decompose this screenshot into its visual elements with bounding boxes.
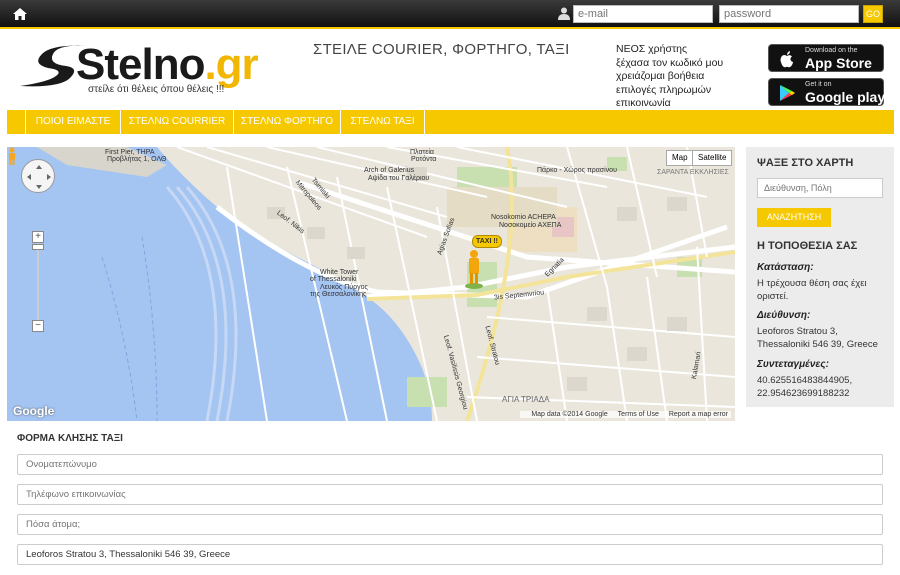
- contact-link[interactable]: επικοινωνία: [616, 97, 746, 111]
- map-label-white-tower-2: of Thessaloniki: [310, 276, 357, 283]
- coords-value: 40.625516483844905, 22.954623699188232: [757, 375, 853, 399]
- pegman-icon[interactable]: [7, 147, 17, 165]
- nav-about[interactable]: ΠΟΙΟΙ ΕΙΜΑΣΤΕ: [25, 110, 121, 134]
- google-play-small: Get it on: [805, 81, 832, 88]
- address-search-input[interactable]: [757, 178, 883, 198]
- taxi-form-title: ΦΟΡΜΑ ΚΛΗΣΗΣ ΤΑΞΙ: [17, 433, 123, 444]
- app-store-big: App Store: [805, 55, 872, 71]
- new-user-link[interactable]: ΝΕΟΣ χρήστης: [616, 43, 746, 57]
- map-label-plateia: Πλατεία: [410, 149, 434, 156]
- home-icon[interactable]: [12, 6, 28, 22]
- go-button[interactable]: GO: [863, 5, 883, 23]
- logo-ext: .gr: [204, 40, 258, 89]
- your-location-title: Η ΤΟΠΟΘΕΣΙΑ ΣΑΣ: [757, 240, 858, 252]
- zoom-out-button[interactable]: −: [32, 320, 44, 332]
- header-links: ΝΕΟΣ χρήστης ξέχασα τον κωδικό μου χρειά…: [616, 43, 746, 111]
- zoom-handle[interactable]: [32, 244, 44, 250]
- map-label-rotonda: Ροτόντα: [411, 156, 437, 163]
- google-logo: Google: [13, 404, 55, 418]
- payment-options-link[interactable]: επιλογές πληρωμών: [616, 84, 746, 98]
- address-label: Διεύθυνση:: [757, 310, 811, 321]
- user-icon: [558, 7, 570, 20]
- coords-label: Συντεταγμένες:: [757, 359, 829, 370]
- map-data-text: Map data ©2014 Google: [531, 411, 608, 418]
- pan-arrows-icon: [27, 165, 51, 189]
- map-label-first-pier: First Pier, THPA: [105, 149, 155, 156]
- map-label-park: Πάρκο - Χώρος πρασίνου: [537, 167, 617, 174]
- terms-link[interactable]: Terms of Use: [618, 411, 659, 418]
- password-input[interactable]: [719, 5, 859, 23]
- zoom-in-button[interactable]: +: [32, 231, 44, 243]
- full-name-input[interactable]: [17, 454, 883, 475]
- taxi-marker-label: TAXI !!: [472, 235, 502, 248]
- search-map-title: ΨΑΞΕ ΣΤΟ ΧΑΡΤΗ: [757, 157, 854, 169]
- nav-courier[interactable]: ΣΤΕΛΝΩ COURRIER: [121, 110, 234, 134]
- map-label-hospital-gr: Νοσοκομείο ΑΧΕΠΑ: [499, 222, 562, 229]
- header-slogan: ΣΤΕΙΛΕ COURIER, ΦΟΡΤΗΓΟ, ΤΑΞΙ: [313, 41, 570, 58]
- map-type-satellite-button[interactable]: Satellite: [692, 150, 733, 166]
- status-label: Κατάσταση:: [757, 262, 814, 273]
- map-label-saranta: ΣΑΡΑΝΤΑ ΕΚΚΛΗΣΙΕΣ: [657, 169, 729, 176]
- nav-taxi[interactable]: ΣΤΕΛΝΩ ΤΑΞΙ: [341, 110, 425, 134]
- people-count-input[interactable]: [17, 514, 883, 535]
- email-input[interactable]: [573, 5, 713, 23]
- map-label-white-tower-gr: Λευκός Πύργος: [320, 284, 368, 291]
- map-label-arch-gr: Αψίδα του Γαλέριου: [368, 175, 430, 182]
- site-logo[interactable]: Stelno.gr στείλε ότι θέλεις όπου θέλεις …: [18, 40, 293, 100]
- pickup-address-input[interactable]: [17, 544, 883, 565]
- map-label-agia-triada: ΑΓΙΑ ΤΡΙΑΔΑ: [502, 395, 550, 404]
- apple-icon: [780, 51, 793, 68]
- taxi-marker[interactable]: TAXI !!: [462, 235, 502, 292]
- map-pan-control[interactable]: [21, 159, 55, 193]
- google-play-button[interactable]: Get it on Google play: [768, 78, 886, 106]
- taxi-pin-icon: [465, 250, 483, 289]
- nav-truck[interactable]: ΣΤΕΛΝΩ ΦΟΡΤΗΓΟ: [234, 110, 341, 134]
- google-play-big: Google play: [805, 89, 886, 105]
- logo-text: Stelno.gr: [76, 40, 259, 90]
- report-error-link[interactable]: Report a map error: [669, 411, 728, 418]
- side-panel: ΨΑΞΕ ΣΤΟ ΧΑΡΤΗ ΑΝΑΖΗΤΗΣΗ Η ΤΟΠΟΘΕΣΙΑ ΣΑΣ…: [746, 147, 894, 407]
- google-play-icon: [780, 85, 795, 101]
- map-label-hospital: Nosokomio ACHEPA: [491, 214, 556, 221]
- map-label-white-tower-gr-2: της Θεσσαλονίκης: [310, 291, 367, 298]
- map-view[interactable]: First Pier, THPA Προβλήτας 1, ΟΛΘ Arch o…: [7, 147, 735, 421]
- phone-input[interactable]: [17, 484, 883, 505]
- map-label-white-tower: White Tower: [320, 269, 359, 276]
- forgot-password-link[interactable]: ξέχασα τον κωδικό μου: [616, 57, 746, 71]
- map-label-first-pier-gr: Προβλήτας 1, ΟΛΘ: [107, 156, 167, 163]
- logo-tagline: στείλε ότι θέλεις όπου θέλεις !!!: [88, 84, 225, 95]
- status-value: Η τρέχουσα θέση σας έχει οριστεί.: [757, 278, 867, 302]
- help-link[interactable]: χρειάζομαι βοήθεια: [616, 70, 746, 84]
- main-nav: ΠΟΙΟΙ ΕΙΜΑΣΤΕ ΣΤΕΛΝΩ COURRIER ΣΤΕΛΝΩ ΦΟΡ…: [7, 110, 894, 134]
- map-type-map-button[interactable]: Map: [666, 150, 694, 166]
- top-bar: GO: [0, 0, 900, 29]
- address-value: Leoforos Stratou 3, Thessaloniki 546 39,…: [757, 326, 878, 350]
- search-button[interactable]: ΑΝΑΖΗΤΗΣΗ: [757, 208, 831, 227]
- app-store-small: Download on the: [805, 47, 858, 54]
- logo-main: Stelno: [76, 40, 205, 89]
- map-label-arch: Arch of Galerius: [364, 167, 415, 174]
- map-footer: Map data ©2014 Google Terms of Use Repor…: [520, 411, 731, 418]
- app-store-button[interactable]: Download on the App Store: [768, 44, 884, 72]
- map-canvas: [7, 147, 735, 421]
